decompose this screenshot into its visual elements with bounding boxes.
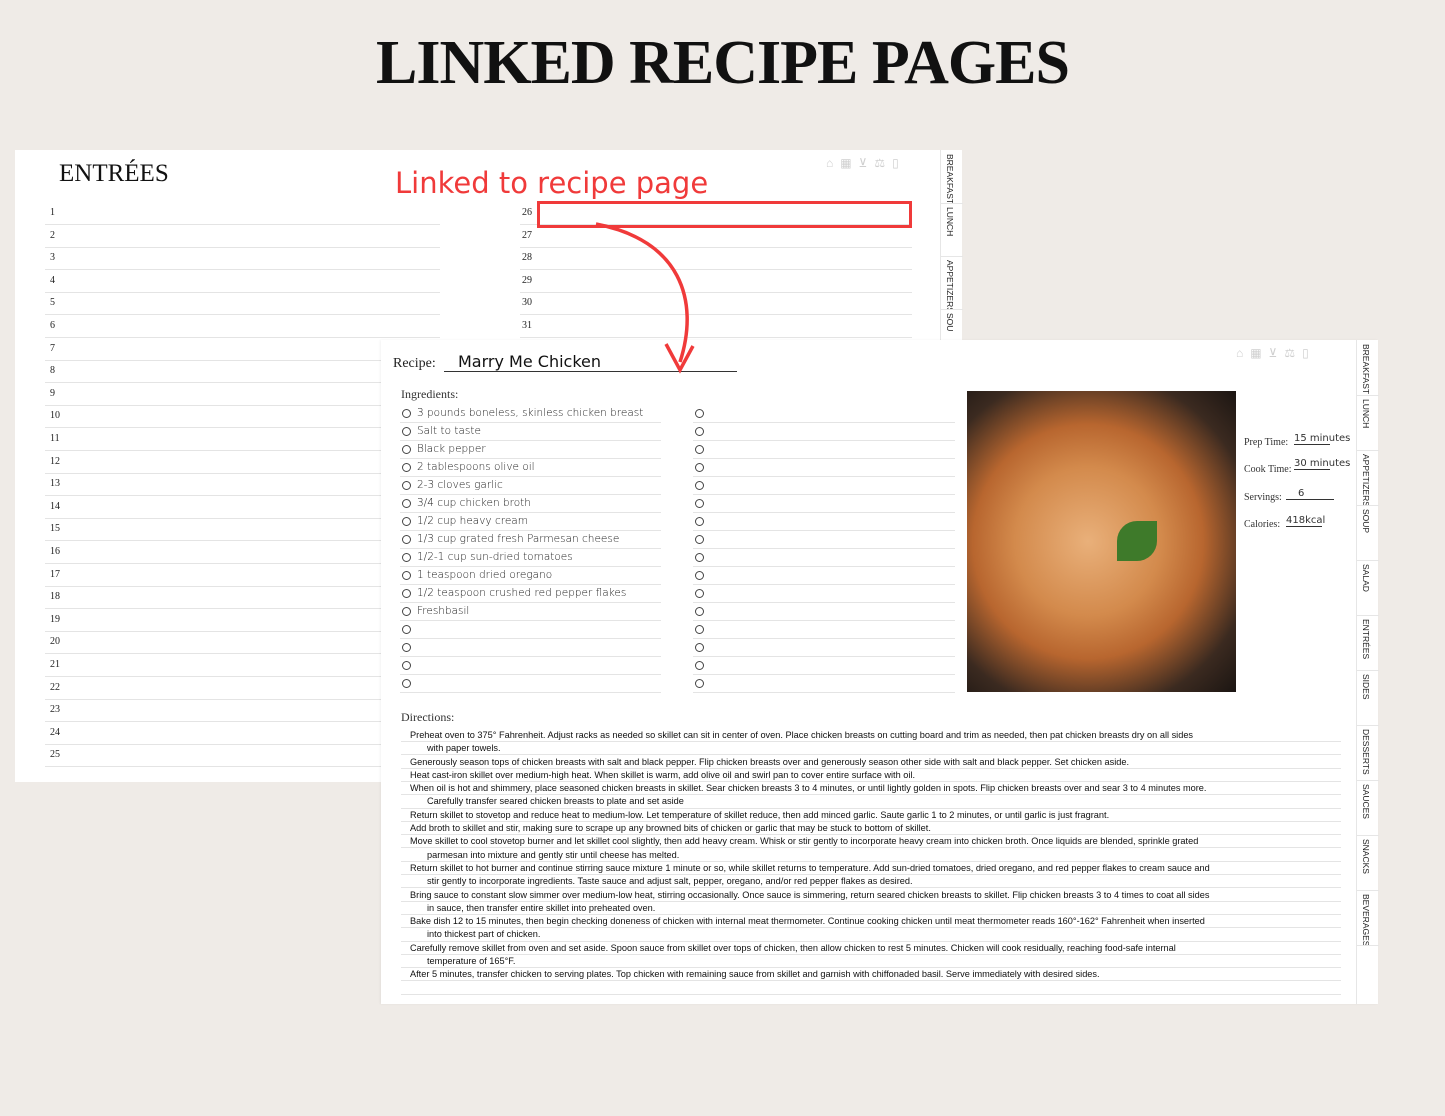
link-arrow [595, 222, 695, 374]
arrow-head [664, 343, 695, 374]
arrow-curve [595, 222, 689, 363]
